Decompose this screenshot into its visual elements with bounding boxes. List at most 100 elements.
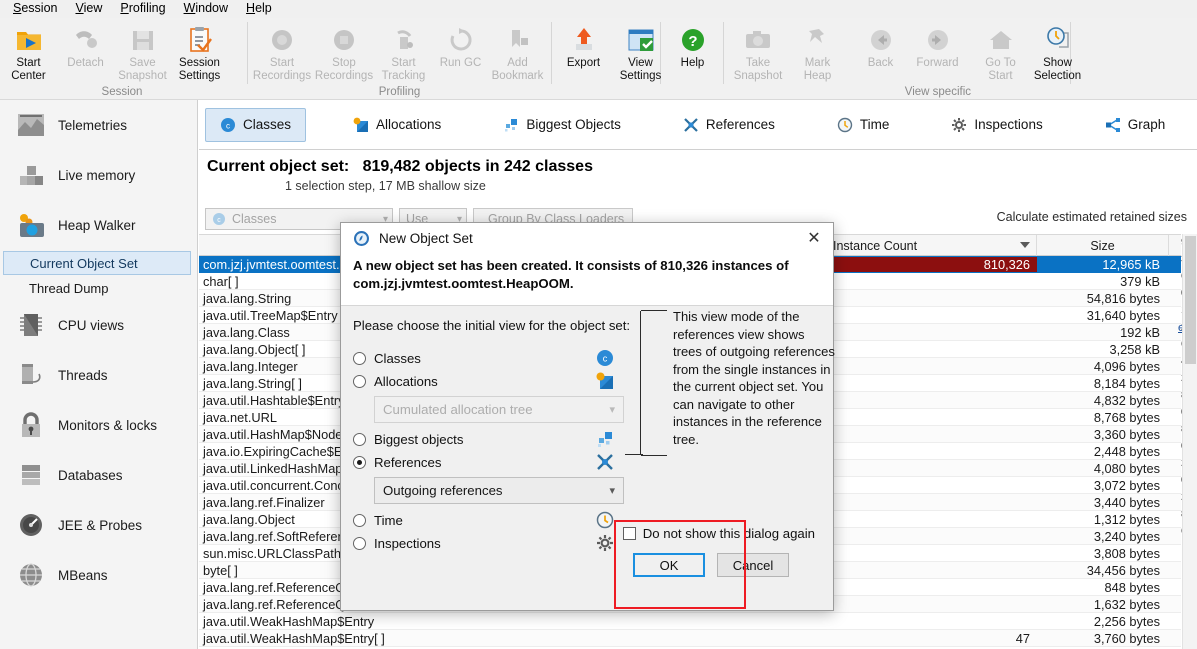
add-bookmark-label: Add Bookmark [491, 57, 544, 82]
ribbon-group-session-label: Session [101, 86, 143, 98]
menu-view[interactable]: View [66, 0, 111, 17]
radio-allocations[interactable] [353, 375, 366, 388]
mbeans-icon [14, 558, 48, 592]
monitors-locks-icon [14, 408, 48, 442]
start-center-button[interactable]: Start Center [0, 22, 57, 82]
option-biggest-objects[interactable]: Biggest objects [353, 428, 631, 451]
stop-recordings-button[interactable]: Stop Recordings [313, 22, 375, 82]
tab-biggest-objects[interactable]: Biggest Objects [488, 108, 636, 142]
option-biggest-objects-label: Biggest objects [374, 432, 464, 447]
session-settings-button[interactable]: Session Settings [171, 22, 228, 82]
radio-references[interactable] [353, 456, 366, 469]
add-bookmark-button[interactable]: Add Bookmark [489, 22, 546, 82]
go-to-start-button[interactable]: Go To Start [972, 22, 1029, 82]
ok-button[interactable]: OK [633, 553, 705, 577]
radio-classes[interactable] [353, 352, 366, 365]
view-settings-button[interactable]: View Settings [612, 22, 669, 82]
references-icon [596, 453, 614, 471]
help-label: Help [680, 57, 705, 69]
tab-classes[interactable]: c Classes [205, 107, 307, 142]
run-gc-button[interactable]: Run GC [432, 22, 489, 70]
sidebar-item-telemetries-label: Telemetries [58, 117, 128, 133]
scrollbar-thumb[interactable] [1185, 236, 1196, 364]
show-selection-label: Show Selection [1033, 57, 1082, 82]
start-tracking-label: Start Tracking [381, 57, 426, 82]
references-mode-select[interactable]: Outgoing references ▾ [374, 477, 624, 504]
cancel-button[interactable]: Cancel [717, 553, 789, 577]
detach-button[interactable]: Detach [57, 22, 114, 70]
sidebar-item-thread-dump[interactable]: Thread Dump [3, 276, 191, 300]
cell-size: 379 kB [1120, 273, 1160, 289]
sidebar-item-threads-label: Threads [58, 367, 108, 383]
tab-inspections[interactable]: Inspections [936, 108, 1057, 142]
ribbon-group-export: Export View Settings [555, 18, 661, 100]
sidebar-item-mbeans[interactable]: MBeans [0, 550, 197, 600]
tab-biggest-objects-label: Biggest Objects [526, 117, 621, 132]
telemetries-icon [14, 108, 48, 142]
sidebar-item-cpu-views-label: CPU views [58, 317, 125, 333]
tab-time[interactable]: Time [822, 108, 905, 142]
start-tracking-button[interactable]: Start Tracking [375, 22, 432, 82]
sidebar-item-jee-probes[interactable]: JEE & Probes [0, 500, 197, 550]
cell-size: 3,360 bytes [1093, 426, 1160, 442]
radio-biggest-objects[interactable] [353, 433, 366, 446]
forward-button[interactable]: Forward [909, 22, 966, 70]
allocation-tree-select[interactable]: Cumulated allocation tree ▾ [374, 396, 624, 423]
dont-show-checkbox[interactable] [622, 527, 636, 540]
option-allocations[interactable]: Allocations [353, 370, 631, 393]
column-header-instance-count-label: Instance Count [833, 238, 918, 253]
sidebar-item-thread-dump-label: Thread Dump [29, 280, 109, 296]
mark-heap-icon [803, 25, 833, 55]
menu-profiling-label: rofiling [128, 1, 166, 15]
close-icon[interactable]: ✕ [801, 226, 827, 250]
dialog-body: Please choose the initial view for the o… [341, 306, 835, 596]
start-recordings-button[interactable]: Start Recordings [251, 22, 313, 82]
cpu-views-icon [14, 308, 48, 342]
option-references[interactable]: References [353, 451, 631, 474]
menu-view-label: iew [83, 1, 103, 15]
export-button[interactable]: Export [555, 22, 612, 70]
mark-heap-button[interactable]: Mark Heap [789, 22, 846, 82]
menu-window[interactable]: Window [175, 0, 237, 17]
sidebar-item-live-memory[interactable]: Live memory [0, 150, 197, 200]
time-icon [837, 117, 853, 133]
ribbon-group-help: ? Help [664, 18, 720, 100]
sidebar-item-current-object-set[interactable]: Current Object Set [3, 251, 191, 275]
take-snapshot-button[interactable]: Take Snapshot [727, 22, 789, 82]
go-to-start-label: Go To Start [985, 57, 1016, 82]
start-recordings-icon [267, 25, 297, 55]
tab-allocations[interactable]: Allocations [338, 108, 456, 142]
start-tracking-icon [389, 25, 419, 55]
export-icon [569, 25, 599, 55]
instance-count-value: 47 [1015, 630, 1030, 646]
cell-instance-count: 810,326 [827, 256, 1037, 272]
cell-size: 2,448 bytes [1093, 443, 1160, 459]
menu-profiling[interactable]: Profiling [111, 0, 174, 17]
save-snapshot-button[interactable]: Save Snapshot [114, 22, 171, 82]
back-button[interactable]: Back [852, 22, 909, 70]
sidebar-item-telemetries[interactable]: Telemetries [0, 100, 197, 150]
column-header-instance-count[interactable]: Instance Count [827, 235, 1037, 256]
sidebar-item-monitors-locks[interactable]: Monitors & locks [0, 400, 197, 450]
allocations-icon [353, 117, 369, 133]
tab-references[interactable]: References [668, 108, 790, 142]
option-classes[interactable]: Classes c [353, 347, 631, 370]
menu-session[interactable]: Session [4, 0, 66, 17]
cell-size: 3,240 bytes [1093, 528, 1160, 544]
table-row[interactable]: java.util.WeakHashMap$Entry[ ] 47 3,760 by… [199, 630, 1197, 647]
show-selection-button[interactable]: Show Selection [1029, 22, 1086, 82]
sidebar-item-heap-walker[interactable]: Heap Walker [0, 200, 197, 250]
table-row[interactable]: java.util.WeakHashMap$Entry 2,256 bytes [199, 613, 1197, 630]
table-vertical-scrollbar[interactable] [1182, 234, 1197, 649]
cell-size: 3,440 bytes [1093, 494, 1160, 510]
cell-size: 4,080 bytes [1093, 460, 1160, 476]
calculate-retained-sizes-link[interactable]: Calculate estimated retained sizes [997, 210, 1187, 224]
sidebar-item-cpu-views[interactable]: CPU views [0, 300, 197, 350]
session-settings-icon [185, 25, 215, 55]
sidebar-item-threads[interactable]: Threads [0, 350, 197, 400]
sidebar-item-databases[interactable]: Databases [0, 450, 197, 500]
tab-graph[interactable]: Graph [1090, 108, 1181, 142]
help-button[interactable]: ? Help [664, 22, 721, 70]
menu-help[interactable]: Help [237, 0, 281, 17]
column-header-size[interactable]: Size [1037, 235, 1169, 256]
